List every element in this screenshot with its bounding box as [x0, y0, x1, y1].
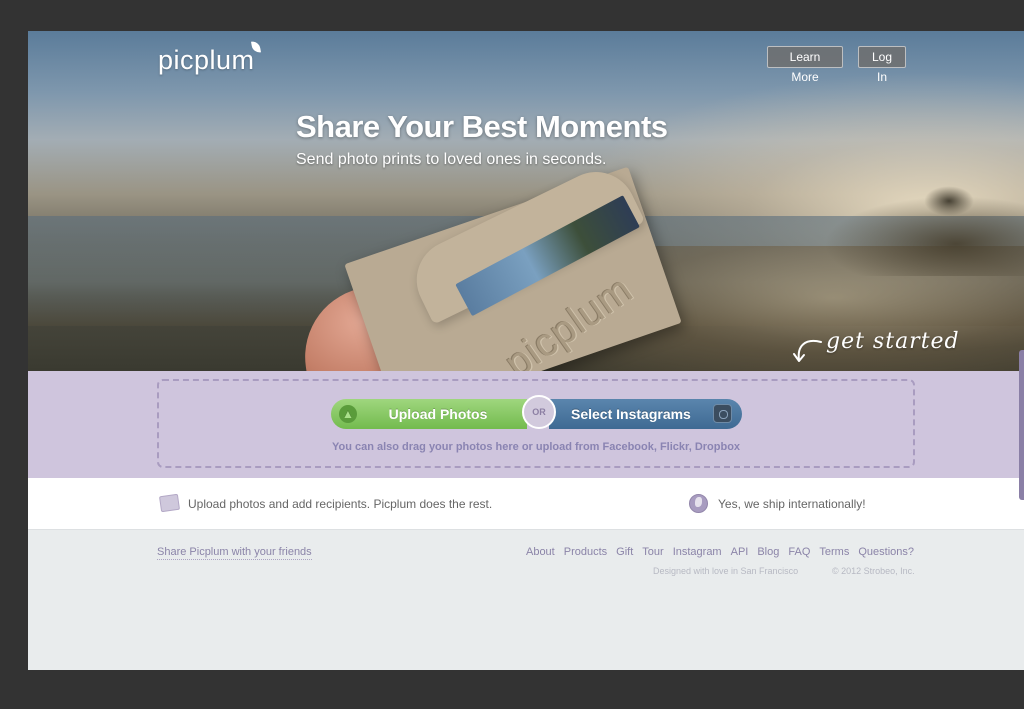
upload-photos-label: Upload Photos	[388, 406, 488, 422]
side-feedback-tab[interactable]	[1019, 350, 1024, 500]
footer-link-instagram[interactable]: Instagram	[673, 546, 722, 558]
hero-section: picplum picplum Learn More Log In Share …	[28, 31, 1024, 371]
learn-more-button[interactable]: Learn More	[767, 46, 843, 84]
hero-subtitle: Send photo prints to loved ones in secon…	[296, 151, 607, 168]
footer-link-products[interactable]: Products	[564, 546, 607, 558]
select-instagrams-label: Select Instagrams	[571, 406, 691, 422]
browser-page: picplum picplum Learn More Log In Share …	[28, 31, 1024, 670]
info-strip: Upload photos and add recipients. Picplu…	[28, 478, 1024, 530]
instagram-icon	[713, 404, 732, 423]
envelope-card: picplum	[344, 158, 682, 371]
logo[interactable]: picplum	[158, 40, 263, 76]
logo-text: picplum	[158, 45, 255, 75]
photos-icon	[158, 493, 181, 513]
upload-arrow-icon: ▲	[339, 405, 357, 423]
or-badge: OR	[522, 395, 556, 429]
footer-nav: About Products Gift Tour Instagram API B…	[526, 546, 914, 558]
photo-drop-zone[interactable]: ▲ Upload Photos OR Select Instagrams You…	[157, 379, 915, 468]
footer-link-blog[interactable]: Blog	[757, 546, 779, 558]
how-it-works-text: Upload photos and add recipients. Picplu…	[188, 497, 493, 511]
globe-icon	[689, 494, 708, 513]
log-in-button[interactable]: Log In	[858, 46, 906, 84]
footer-link-faq[interactable]: FAQ	[788, 546, 810, 558]
select-instagrams-button[interactable]: Select Instagrams	[549, 399, 742, 429]
copyright-note: © 2012 Strobeo, Inc.	[832, 566, 915, 576]
hero-background-tree	[924, 186, 974, 216]
hero-title: Share Your Best Moments	[296, 109, 668, 144]
footer-link-gift[interactable]: Gift	[616, 546, 633, 558]
share-picplum-link[interactable]: Share Picplum with your friends	[157, 546, 312, 560]
upload-photos-button[interactable]: ▲ Upload Photos	[331, 399, 527, 429]
footer-link-about[interactable]: About	[526, 546, 555, 558]
footer-link-tour[interactable]: Tour	[642, 546, 663, 558]
get-started-label: get started	[826, 329, 960, 354]
footer-link-api[interactable]: API	[731, 546, 749, 558]
international-shipping-text: Yes, we ship internationally!	[718, 497, 866, 511]
drag-upload-hint: You can also drag your photos here or up…	[331, 441, 741, 453]
footer-link-questions[interactable]: Questions?	[858, 546, 914, 558]
curved-arrow-icon	[793, 340, 822, 362]
upload-section: ▲ Upload Photos OR Select Instagrams You…	[28, 371, 1024, 478]
designed-note: Designed with love in San Francisco	[653, 566, 799, 576]
hero-photo-card: picplum	[293, 158, 713, 371]
footer-link-terms[interactable]: Terms	[819, 546, 849, 558]
